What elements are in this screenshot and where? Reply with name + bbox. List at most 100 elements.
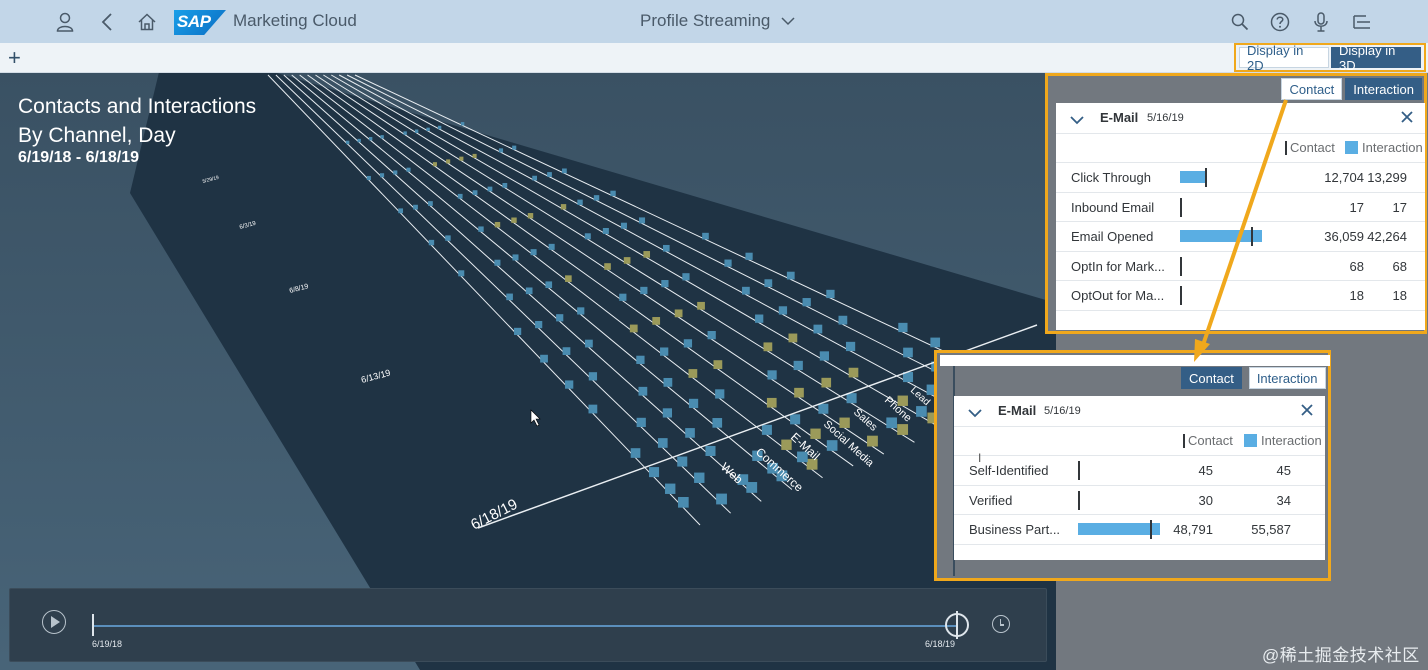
viz-data-block[interactable] <box>380 135 384 139</box>
viz-data-block[interactable] <box>766 397 777 408</box>
viz-data-block[interactable] <box>674 309 683 318</box>
viz-data-block[interactable] <box>930 337 941 348</box>
viz-data-block[interactable] <box>819 351 830 361</box>
viz-data-block[interactable] <box>657 438 668 448</box>
viz-data-block[interactable] <box>715 389 725 399</box>
clock-icon[interactable] <box>992 615 1010 633</box>
viz-data-block[interactable] <box>457 193 463 199</box>
viz-data-block[interactable] <box>445 235 451 241</box>
viz-data-block[interactable] <box>713 360 723 369</box>
viz-data-block[interactable] <box>848 367 859 378</box>
viz-data-block[interactable] <box>610 190 616 197</box>
viz-data-block[interactable] <box>545 281 553 289</box>
table-row[interactable]: OptOut for Ma... 18 18 <box>1056 281 1425 311</box>
viz-data-block[interactable] <box>577 307 585 315</box>
viz-data-block[interactable] <box>623 257 631 264</box>
viz-data-block[interactable] <box>556 314 564 322</box>
viz-data-block[interactable] <box>548 243 555 250</box>
viz-data-block[interactable] <box>662 244 670 252</box>
viz-data-block[interactable] <box>903 347 913 358</box>
viz-data-block[interactable] <box>636 417 646 428</box>
viz-data-block[interactable] <box>458 270 465 277</box>
table-row[interactable]: Click Through 12,704 13,299 <box>1056 163 1425 193</box>
viz-data-block[interactable] <box>428 201 433 206</box>
viz-data-block[interactable] <box>694 472 705 483</box>
viz-data-block[interactable] <box>898 322 908 333</box>
viz-data-block[interactable] <box>810 428 821 439</box>
table-row[interactable]: Verified 30 34 <box>954 486 1325 515</box>
back-icon[interactable] <box>94 9 120 35</box>
viz-data-block[interactable] <box>629 324 638 333</box>
add-button[interactable]: + <box>8 45 21 71</box>
table-row[interactable]: Inbound Email 17 17 <box>1056 193 1425 222</box>
viz-data-block[interactable] <box>683 339 693 348</box>
notifications-icon[interactable] <box>1349 9 1375 35</box>
viz-data-block[interactable] <box>393 170 398 175</box>
viz-data-block[interactable] <box>414 129 419 133</box>
viz-data-block[interactable] <box>685 428 695 438</box>
viz-data-block[interactable] <box>649 467 660 478</box>
viz-data-block[interactable] <box>368 136 373 141</box>
interaction-toggle-button[interactable]: Interaction <box>1345 78 1422 100</box>
viz-data-block[interactable] <box>426 127 430 132</box>
viz-data-block[interactable] <box>403 131 407 135</box>
table-row[interactable]: Self-Identified 45 45 <box>954 456 1325 486</box>
viz-data-block[interactable] <box>705 445 716 457</box>
timeline-handle[interactable] <box>945 611 969 639</box>
viz-data-block[interactable] <box>886 417 897 429</box>
viz-data-block[interactable] <box>662 408 673 418</box>
viz-data-block[interactable] <box>527 213 534 219</box>
close-icon[interactable] <box>1400 110 1416 126</box>
viz-canvas[interactable]: 6/18/19 6/13/19 6/8/19 6/3/19 5/29/19 We… <box>0 73 1056 670</box>
viz-data-block[interactable] <box>697 301 705 310</box>
viz-data-block[interactable] <box>678 496 689 508</box>
viz-data-block[interactable] <box>767 370 777 380</box>
viz-data-block[interactable] <box>446 159 451 164</box>
viz-data-block[interactable] <box>660 347 669 356</box>
viz-data-block[interactable] <box>413 204 418 210</box>
viz-data-block[interactable] <box>565 380 574 389</box>
search-icon[interactable] <box>1227 9 1253 35</box>
table-row[interactable]: OptIn for Mark... 68 68 <box>1056 252 1425 281</box>
close-icon[interactable] <box>1300 403 1316 419</box>
collapse-chevron-icon[interactable] <box>1070 112 1084 125</box>
viz-data-block[interactable] <box>818 403 829 414</box>
viz-data-block[interactable] <box>794 387 804 398</box>
viz-data-block[interactable] <box>638 386 648 396</box>
viz-data-block[interactable] <box>845 341 856 352</box>
viz-data-block[interactable] <box>460 122 465 126</box>
viz-data-block[interactable] <box>688 398 699 409</box>
viz-data-block[interactable] <box>584 233 591 240</box>
viz-data-block[interactable] <box>755 314 764 323</box>
viz-data-block[interactable] <box>478 226 484 232</box>
viz-data-block[interactable] <box>712 418 723 428</box>
viz-data-block[interactable] <box>547 172 552 177</box>
viz-data-block[interactable] <box>761 424 772 435</box>
viz-data-block[interactable] <box>380 173 385 178</box>
viz-data-block[interactable] <box>535 320 543 329</box>
viz-data-block[interactable] <box>742 286 750 295</box>
viz-data-block[interactable] <box>604 263 611 270</box>
viz-data-block[interactable] <box>639 217 646 224</box>
viz-data-block[interactable] <box>793 360 803 371</box>
sap-logo[interactable]: SAP <box>174 10 226 35</box>
viz-data-block[interactable] <box>630 448 641 458</box>
viz-data-block[interactable] <box>620 222 627 229</box>
viz-data-block[interactable] <box>688 369 698 378</box>
viz-data-block[interactable] <box>790 414 801 425</box>
table-row[interactable]: Email Opened 36,059 42,264 <box>1056 222 1425 252</box>
viz-data-block[interactable] <box>716 493 727 505</box>
viz-data-block[interactable] <box>398 208 404 214</box>
viz-data-block[interactable] <box>636 355 645 364</box>
viz-data-block[interactable] <box>838 315 848 325</box>
table-row[interactable]: Business Part... 48,791 55,587 <box>954 515 1325 545</box>
contact-toggle-button[interactable]: Contact <box>1281 78 1343 100</box>
viz-data-block[interactable] <box>897 424 909 435</box>
page-title-menu[interactable]: Profile Streaming <box>640 11 795 31</box>
viz-data-block[interactable] <box>867 435 878 447</box>
viz-data-block[interactable] <box>366 175 371 181</box>
home-icon[interactable] <box>134 9 160 35</box>
viz-data-block[interactable] <box>839 417 850 428</box>
viz-data-block[interactable] <box>530 249 537 256</box>
viz-data-block[interactable] <box>786 271 795 280</box>
